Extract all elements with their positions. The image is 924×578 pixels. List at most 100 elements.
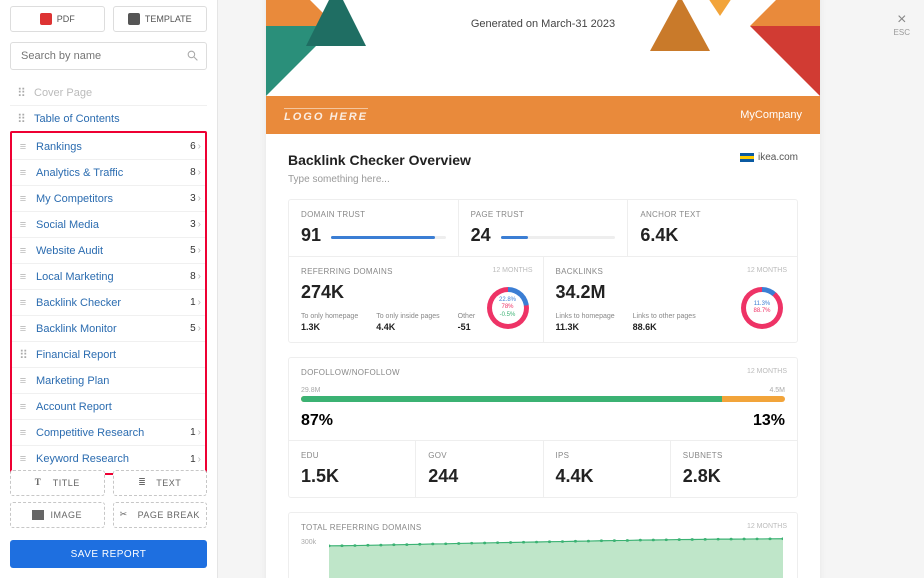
btn-label: PAGE BREAK <box>138 510 200 520</box>
chart-area <box>329 535 783 578</box>
domain-tag: ikea.com <box>740 152 798 163</box>
nav-label: Backlink Monitor <box>36 323 190 335</box>
metric-label: GOV <box>428 451 530 460</box>
search-icon <box>186 49 199 62</box>
flag-icon <box>740 153 754 162</box>
metric-value: 91 <box>301 225 321 246</box>
nav-account-report[interactable]: ≡Account Report <box>12 394 205 420</box>
hero: Generated on March-31 2023 <box>266 0 820 96</box>
metric-value: 1.5K <box>301 466 403 487</box>
sidebar: PDF TEMPLATE ⠿ Cover Page ⠿ Table of Con… <box>0 0 218 578</box>
nav-audit[interactable]: ≡Website Audit5› <box>12 238 205 264</box>
save-report-button[interactable]: SAVE REPORT <box>10 540 207 568</box>
text-icon: ≣ <box>138 477 150 489</box>
nav-financial[interactable]: ⠿ Financial Report <box>12 342 205 368</box>
chart-title: TOTAL REFERRING DOMAINS <box>301 523 785 532</box>
btn-label: IMAGE <box>50 510 82 520</box>
list-icon: ≡ <box>16 453 30 465</box>
nav-count: 8 <box>190 167 196 178</box>
metric-label: EDU <box>301 451 403 460</box>
metric-value: 244 <box>428 466 530 487</box>
insert-image-button[interactable]: IMAGE <box>10 502 105 528</box>
metric-label: SUBNETS <box>683 451 785 460</box>
metric-value: 6.4K <box>640 225 785 246</box>
chevron-right-icon: › <box>198 297 201 308</box>
nav-toc[interactable]: ⠿ Table of Contents <box>10 106 207 132</box>
pct-left: 87% <box>301 412 333 430</box>
dofollow-bar <box>301 396 785 402</box>
metric-domain-trust: DOMAIN TRUST 91 <box>289 200 459 257</box>
donut-chart: 11.3%88.7% <box>741 287 783 329</box>
metric-ips: IPS4.4K <box>544 441 671 497</box>
donut-chart: 22.8%78%-0.5% <box>487 287 529 329</box>
nav-rankings[interactable]: ≡Rankings6› <box>12 134 205 160</box>
nav-label: Marketing Plan <box>36 375 201 387</box>
nav-highlight: ≡Rankings6› ≡Analytics & Traffic8› ≡My C… <box>10 131 207 475</box>
insert-title-button[interactable]: TTITLE <box>10 470 105 496</box>
nav-label: Website Audit <box>36 245 190 257</box>
nav-analytics[interactable]: ≡Analytics & Traffic8› <box>12 160 205 186</box>
pct-right: 13% <box>753 412 785 430</box>
nav-social[interactable]: ≡Social Media3› <box>12 212 205 238</box>
page-subtitle[interactable]: Type something here... <box>288 174 798 185</box>
nav-count: 3 <box>190 193 196 204</box>
nav-local[interactable]: ≡Local Marketing8› <box>12 264 205 290</box>
metric-label: ANCHOR TEXT <box>640 210 785 219</box>
export-pdf-button[interactable]: PDF <box>10 6 105 32</box>
metric-edu: EDU 1.5K <box>289 441 416 497</box>
sub-value: 1.3K <box>301 322 358 332</box>
metric-label: DOFOLLOW/NOFOLLOW <box>301 368 785 377</box>
move-icon: ⠿ <box>14 112 28 126</box>
sub-value: -51 <box>458 322 476 332</box>
logo-placeholder: LOGO HERE <box>284 108 368 123</box>
image-icon <box>32 510 44 520</box>
search-input[interactable] <box>10 42 207 70</box>
insert-toolbar: TTITLE ≣ TEXT IMAGE ✂PAGE BREAK <box>10 470 207 534</box>
nav-label: Keyword Research <box>36 453 190 465</box>
nav-label: Social Media <box>36 219 190 231</box>
btn-label: TITLE <box>53 478 80 488</box>
insert-pagebreak-button[interactable]: ✂PAGE BREAK <box>113 502 208 528</box>
sub-value: 11.3K <box>556 322 615 332</box>
dofollow-block: 12 MONTHS DOFOLLOW/NOFOLLOW 29.8M4.5M 87… <box>288 357 798 498</box>
metric-value: 24 <box>471 225 491 246</box>
timespan: 12 MONTHS <box>747 267 787 274</box>
move-icon: ⠿ <box>14 86 28 100</box>
metric-label: PAGE TRUST <box>471 210 616 219</box>
chevron-right-icon: › <box>198 193 201 204</box>
nav-label: Financial Report <box>36 349 201 361</box>
hero-pattern <box>266 0 820 96</box>
nav-label: Account Report <box>36 401 201 413</box>
domain-text: ikea.com <box>758 152 798 163</box>
nav-backlink-checker[interactable]: ≡Backlink Checker1› <box>12 290 205 316</box>
metric-label: IPS <box>556 451 658 460</box>
nav-keyword[interactable]: ≡Keyword Research1› <box>12 446 205 472</box>
nav-count: 8 <box>190 271 196 282</box>
sub-label: To only inside pages <box>376 313 439 320</box>
tick-low: 29.8M <box>301 387 320 394</box>
nav-competitive[interactable]: ≡Competitive Research1› <box>12 420 205 446</box>
nav-competitors[interactable]: ≡My Competitors3› <box>12 186 205 212</box>
sub-label: Links to other pages <box>633 313 696 320</box>
insert-text-button[interactable]: ≣ TEXT <box>113 470 208 496</box>
nav-marketing-plan[interactable]: ≡Marketing Plan <box>12 368 205 394</box>
close-icon: × <box>894 12 910 28</box>
list-icon: ≡ <box>16 167 30 179</box>
close-esc[interactable]: × ESC <box>894 12 910 37</box>
move-icon: ⠿ <box>16 348 30 362</box>
nav: ⠿ Cover Page ⠿ Table of Contents ≡Rankin… <box>10 80 207 475</box>
metric-subnets: SUBNETS2.8K <box>671 441 797 497</box>
list-icon: ≡ <box>16 297 30 309</box>
btn-label: TEXT <box>156 478 181 488</box>
nav-label: Local Marketing <box>36 271 190 283</box>
sub-value: 4.4K <box>376 322 439 332</box>
list-icon: ≡ <box>16 323 30 335</box>
timespan: 12 MONTHS <box>747 523 787 530</box>
nav-backlink-monitor[interactable]: ≡Backlink Monitor5› <box>12 316 205 342</box>
template-button[interactable]: TEMPLATE <box>113 6 208 32</box>
chevron-right-icon: › <box>198 271 201 282</box>
report-content: ikea.com Backlink Checker Overview Type … <box>266 134 820 578</box>
list-icon: ≡ <box>16 141 30 153</box>
generated-date: Generated on March-31 2023 <box>266 18 820 30</box>
nav-cover-page[interactable]: ⠿ Cover Page <box>10 80 207 106</box>
